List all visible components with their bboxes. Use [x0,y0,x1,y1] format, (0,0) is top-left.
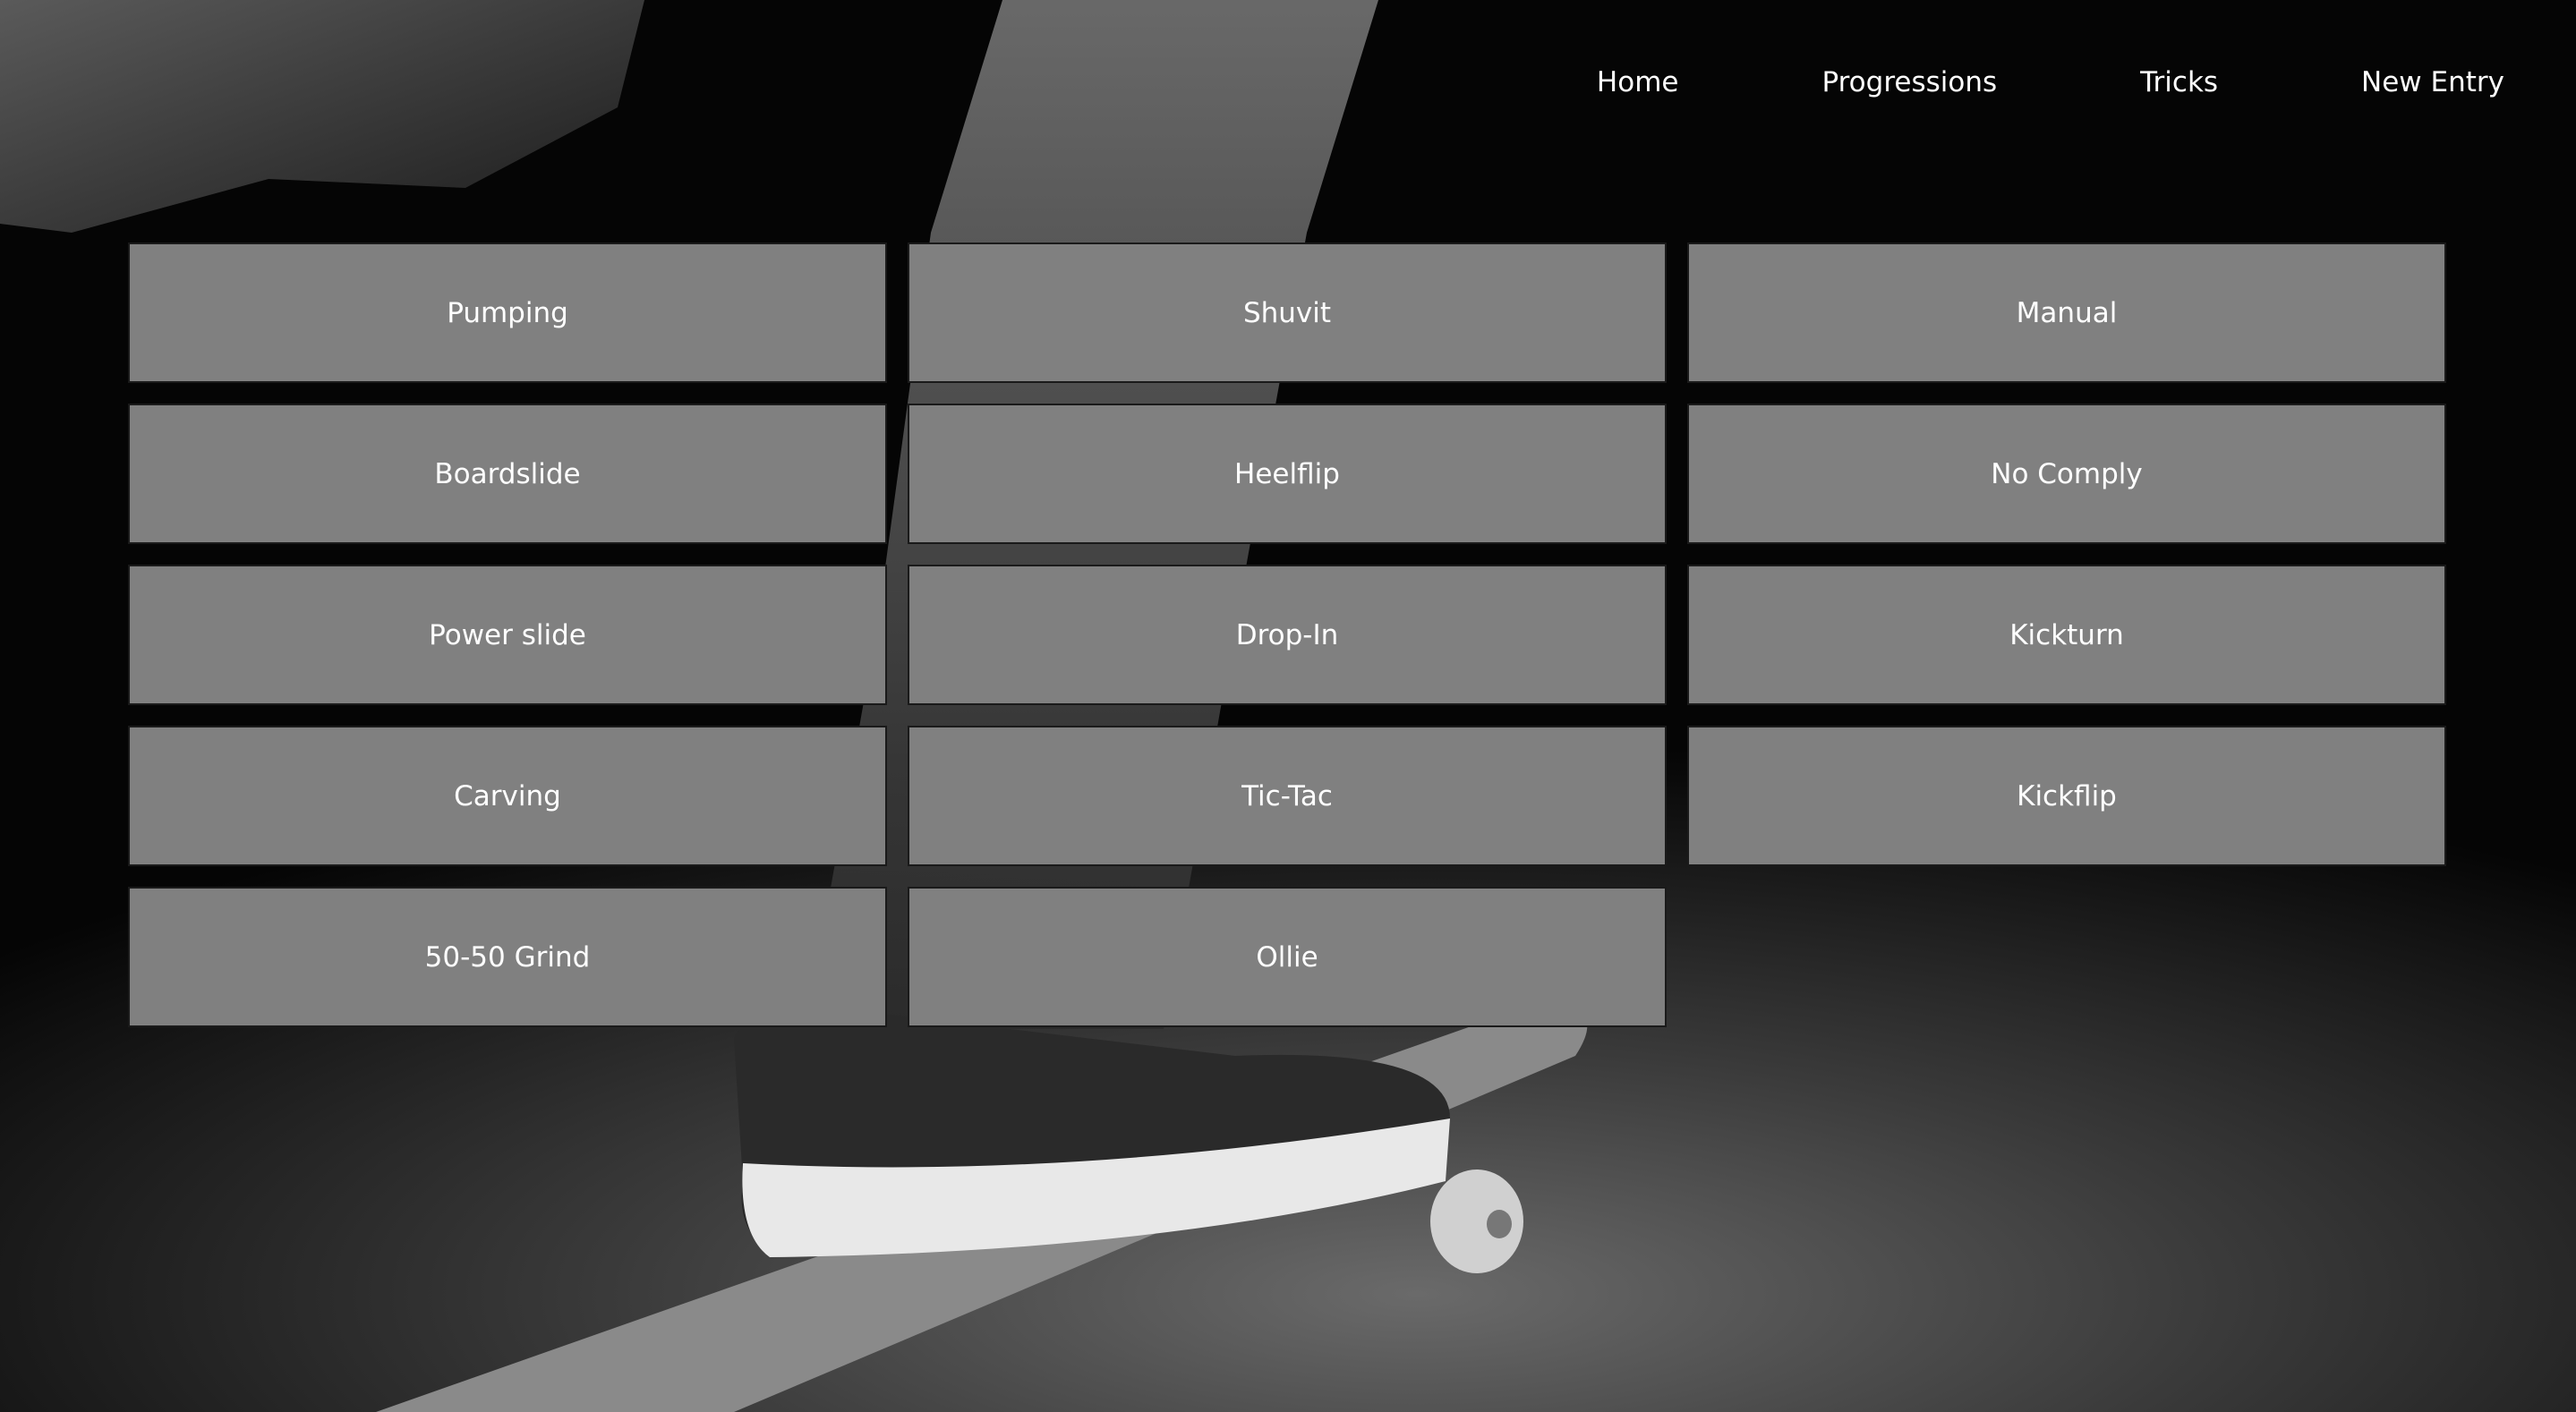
trick-tile-carving[interactable]: Carving [128,726,887,866]
trick-tile-power-slide[interactable]: Power slide [128,565,887,705]
page: Home Progressions Tricks New Entry Pumpi… [0,0,2576,1412]
trick-tile-tic-tac[interactable]: Tic-Tac [908,726,1667,866]
tricks-grid: Pumping Shuvit Manual Boardslide Heelfli… [128,242,2446,1027]
trick-tile-shuvit[interactable]: Shuvit [908,242,1667,383]
nav-home-link[interactable]: Home [1597,66,1679,98]
trick-tile-50-50-grind[interactable]: 50-50 Grind [128,887,887,1027]
trick-tile-kickflip[interactable]: Kickflip [1687,726,2446,866]
trick-tile-no-comply[interactable]: No Comply [1687,404,2446,544]
trick-tile-pumping[interactable]: Pumping [128,242,887,383]
trick-tile-drop-in[interactable]: Drop-In [908,565,1667,705]
trick-tile-manual[interactable]: Manual [1687,242,2446,383]
top-navigation: Home Progressions Tricks New Entry [1597,66,2504,98]
nav-tricks-link[interactable]: Tricks [2140,66,2218,98]
nav-progressions-link[interactable]: Progressions [1821,66,1997,98]
trick-tile-ollie[interactable]: Ollie [908,887,1667,1027]
nav-new-entry-link[interactable]: New Entry [2361,66,2504,98]
trick-tile-boardslide[interactable]: Boardslide [128,404,887,544]
trick-tile-kickturn[interactable]: Kickturn [1687,565,2446,705]
trick-tile-heelflip[interactable]: Heelflip [908,404,1667,544]
